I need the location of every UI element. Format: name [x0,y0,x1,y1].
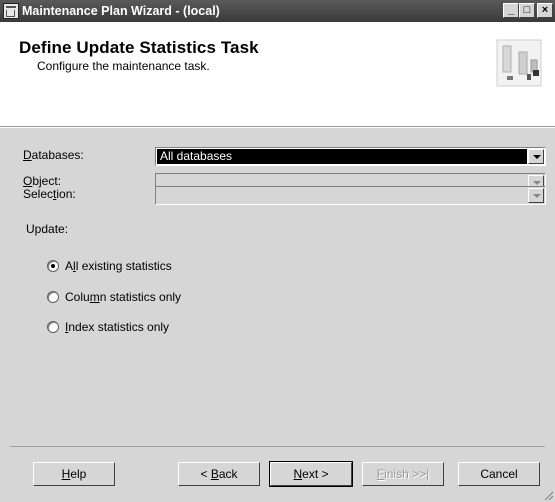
selection-dropdown[interactable] [155,186,546,205]
radio-label-accel: m [89,290,100,304]
radio-label: Index statistics only [65,320,169,334]
finish-text: inish >>| [384,467,430,481]
help-button[interactable]: Help [33,462,115,486]
minimize-button[interactable]: _ [503,3,519,18]
footer-divider [10,446,545,447]
chevron-down-icon[interactable] [528,149,544,164]
next-text: ext > [302,467,329,481]
object-label-text: bject: [32,174,62,188]
radio-unchecked-icon[interactable] [47,321,59,333]
object-label: Object: [23,174,61,188]
resize-grip-icon[interactable] [544,491,554,501]
radio-label-text: l existing statistics [75,259,172,273]
page-subtitle: Configure the maintenance task. [37,59,210,73]
radio-index-statistics-only[interactable]: Index statistics only [47,320,169,334]
close-button[interactable]: × [537,3,553,18]
selection-label-pre: Selec [23,187,54,201]
wizard-window: Maintenance Plan Wizard - (local) _ □ × … [0,0,555,502]
radio-checked-icon[interactable] [47,260,59,272]
databases-value: All databases [157,149,527,164]
app-icon [3,3,19,19]
next-button[interactable]: Next > [269,461,353,487]
databases-label: Databases: [23,148,84,162]
radio-label-text: ndex statistics only [68,320,170,334]
update-label: Update: [26,222,69,236]
radio-label-pre: Colu [65,290,90,304]
radio-all-existing-statistics[interactable]: All existing statistics [47,259,172,273]
back-pre: < [200,467,211,481]
back-button[interactable]: < Back [178,462,260,486]
databases-dropdown[interactable]: All databases [155,147,546,166]
databases-label-accel: D [23,148,32,162]
header-divider [0,127,555,128]
databases-label-text: atabases: [31,148,84,162]
maximize-button[interactable]: □ [519,3,535,18]
chevron-down-icon[interactable] [528,188,544,203]
radio-column-statistics-only[interactable]: Column statistics only [47,290,181,304]
back-text: ack [218,467,238,481]
radio-label: All existing statistics [65,259,172,273]
page-title: Define Update Statistics Task [19,38,259,57]
finish-accel: F [376,467,385,481]
selection-label: Selection: [23,187,76,201]
window-title: Maintenance Plan Wizard - (local) [22,4,220,18]
help-text: elp [70,467,87,481]
radio-label-pre: A [65,259,74,273]
wizard-banner-icon [496,39,542,87]
title-bar[interactable]: Maintenance Plan Wizard - (local) _ □ × [0,0,555,22]
wizard-header: Define Update Statistics Task Configure … [0,22,555,127]
radio-unchecked-icon[interactable] [47,291,59,303]
window-controls: _ □ × [503,3,553,18]
radio-label-text: n statistics only [99,290,182,304]
finish-button[interactable]: Finish >>| [362,462,444,486]
back-accel: B [210,467,219,481]
next-accel: N [293,467,303,481]
object-label-accel: O [23,174,33,188]
radio-label: Column statistics only [65,290,181,304]
cancel-button[interactable]: Cancel [458,462,540,486]
selection-label-text: ion: [56,187,76,201]
